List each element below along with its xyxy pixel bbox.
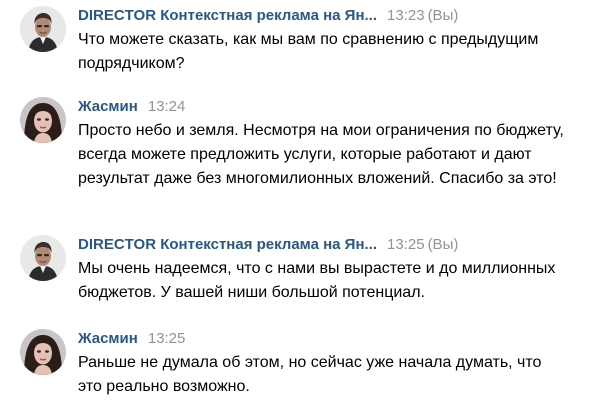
message-time[interactable]: 13:24 (148, 98, 186, 115)
author-name[interactable]: DIRECTOR Контекстная реклама на Ян... (78, 235, 377, 255)
author-name[interactable]: Жасмин (78, 329, 138, 349)
author-name[interactable]: Жасмин (78, 97, 138, 117)
message-text: Просто небо и земля. Несмотря на мои огр… (78, 122, 564, 187)
male-avatar-icon (20, 6, 66, 52)
male-avatar-icon (20, 235, 66, 281)
message-header: Жасмин 13:25 (78, 329, 188, 349)
message-text: Мы очень надеемся, что с нами вы вырасте… (78, 260, 556, 301)
own-message-marker: (Вы) (427, 7, 459, 24)
own-message-marker: (Вы) (427, 236, 459, 253)
message-time[interactable]: 13:25 (387, 236, 425, 253)
avatar[interactable] (20, 329, 66, 375)
message-text: Что можете сказать, как мы вам по сравне… (78, 31, 539, 72)
message-time[interactable]: 13:25 (148, 330, 186, 347)
message-header: Жасмин 13:24 (78, 97, 188, 117)
female-avatar-icon (20, 329, 66, 375)
message-time[interactable]: 13:23 (387, 7, 425, 24)
avatar[interactable] (20, 235, 66, 281)
message-header: DIRECTOR Контекстная реклама на Ян... 13:… (78, 235, 458, 255)
avatar[interactable] (20, 97, 66, 143)
message-header: DIRECTOR Контекстная реклама на Ян... 13:… (78, 6, 458, 26)
message-text: Раньше не думала об этом, но сейчас уже … (78, 354, 542, 395)
avatar[interactable] (20, 6, 66, 52)
author-name[interactable]: DIRECTOR Контекстная реклама на Ян... (78, 6, 377, 26)
message-history: DIRECTOR Контекстная реклама на Ян... 13:… (0, 0, 590, 400)
female-avatar-icon (20, 97, 66, 143)
